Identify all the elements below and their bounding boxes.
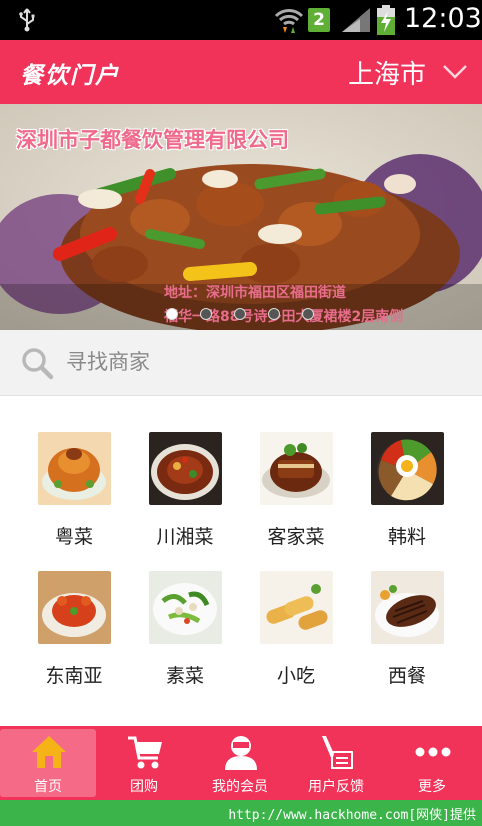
chevron-down-icon [443,65,467,79]
category-korean[interactable]: 韩料 [352,432,462,562]
promo-banner[interactable]: 深圳市子都餐饮管理有限公司 地址：深圳市福田区福田街道 福华一路88号诗多田大厦… [0,104,482,330]
category-label: 素菜 [165,665,204,687]
carousel-dot[interactable] [200,308,212,320]
signal-icon [342,8,370,32]
search-input[interactable] [66,342,456,382]
battery-charging-icon [377,5,395,35]
sichuan-dish-image [149,432,222,505]
korean-dish-image [371,432,444,505]
carousel-indicator [166,308,336,322]
app-title: 餐饮门户 [20,63,120,89]
category-hakka[interactable]: 客家菜 [241,432,351,562]
app-header: 餐饮门户 上海市 [0,40,482,104]
category-label: 川湘菜 [156,526,214,548]
clock: 12:03 [404,3,482,34]
nav-member[interactable]: 我的会员 [192,726,288,800]
nav-group-buy[interactable]: 团购 [96,726,192,800]
nav-label: 首页 [34,779,62,795]
category-label: 粤菜 [54,526,93,548]
western-dish-image [371,571,444,644]
sim-slot-badge: 2 [308,8,330,32]
cart-icon [128,736,162,769]
carousel-dot[interactable] [234,308,246,320]
hakka-dish-image [260,432,333,505]
nav-home[interactable]: 首页 [0,729,96,797]
city-selector[interactable]: 上海市 [322,40,482,104]
nav-label: 团购 [130,779,158,795]
category-cantonese[interactable]: 粤菜 [19,432,129,562]
category-vegetarian[interactable]: 素菜 [130,571,240,701]
bottom-nav: 首页 团购 我的会员 用户反馈 更多 [0,726,482,800]
category-label: 东南亚 [45,665,103,687]
category-western[interactable]: 西餐 [352,571,462,701]
city-label: 上海市 [348,60,427,90]
nav-label: 更多 [418,779,446,795]
vegetarian-dish-image [149,571,222,644]
carousel-dot-active[interactable] [166,308,178,320]
category-grid: 粤菜 川湘菜 客家菜 韩料 东南亚 素菜 小吃 西餐 [0,400,482,726]
southeast-asian-dish-image [38,571,111,644]
category-sichuan-hunan[interactable]: 川湘菜 [130,432,240,562]
carousel-dot[interactable] [268,308,280,320]
member-icon [225,736,257,770]
wifi-icon [274,9,304,33]
search-bar[interactable] [0,330,482,396]
cantonese-dish-image [38,432,111,505]
more-icon [415,747,451,757]
banner-address-line1: 地址：深圳市福田区福田街道 [164,285,346,301]
category-snack[interactable]: 小吃 [241,571,351,701]
search-icon [22,348,54,380]
banner-company-name: 深圳市子都餐饮管理有限公司 [16,128,289,152]
usb-icon [19,8,35,32]
home-icon [32,736,66,768]
feedback-icon [322,736,353,769]
nav-more[interactable]: 更多 [384,726,480,800]
snack-dish-image [260,571,333,644]
watermark-text: http://www.hackhome.com[网侠]提供 [228,808,476,823]
nav-label: 我的会员 [212,779,268,795]
category-southeast-asian[interactable]: 东南亚 [19,571,129,701]
category-label: 韩料 [387,526,426,548]
carousel-dot[interactable] [302,308,314,320]
category-label: 客家菜 [267,526,325,548]
category-label: 小吃 [276,665,315,687]
nav-feedback[interactable]: 用户反馈 [288,726,384,800]
nav-label: 用户反馈 [308,779,364,795]
category-label: 西餐 [387,665,426,687]
status-bar: 2 12:03 [0,0,482,40]
watermark-bar: http://www.hackhome.com[网侠]提供 [0,800,482,826]
